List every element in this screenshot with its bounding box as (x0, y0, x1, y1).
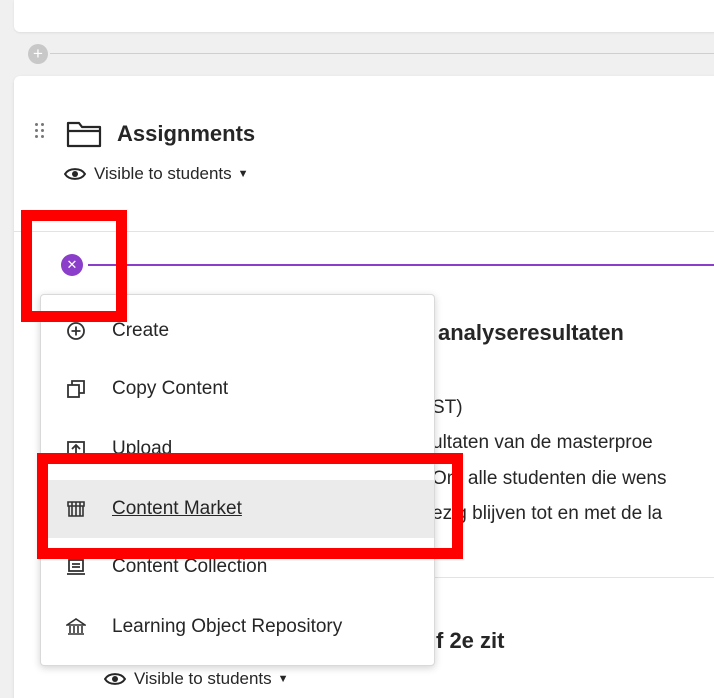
add-content-row-top[interactable]: + (28, 44, 714, 64)
repository-icon (65, 616, 87, 638)
content-item-text: ultaten van de masterproe (432, 432, 653, 453)
chevron-down-icon: ▼ (237, 168, 249, 180)
menu-item-label: Learning Object Repository (112, 616, 343, 637)
visibility-dropdown[interactable]: Visible to students ▼ (64, 164, 249, 184)
insertion-line (88, 264, 714, 266)
drag-handle-icon[interactable] (35, 123, 47, 145)
previous-content-card (14, 0, 714, 32)
folder-icon (66, 121, 102, 148)
content-item-text: ST) (432, 397, 463, 418)
chevron-down-icon: ▼ (277, 673, 289, 685)
content-item-text: ezig blijven tot en met de la (432, 503, 663, 524)
menu-item-learning-object-repository[interactable]: Learning Object Repository (41, 598, 434, 656)
menu-item-label: Content Collection (112, 556, 268, 577)
menu-item-label: Copy Content (112, 378, 229, 399)
section-title[interactable]: Assignments (117, 121, 255, 147)
eye-icon (64, 168, 86, 180)
visibility-dropdown[interactable]: Visible to students ▼ (104, 669, 289, 689)
menu-item-label: Create (112, 320, 170, 341)
content-item-title[interactable]: analyseresultaten (438, 320, 624, 346)
menu-item-copy-content[interactable]: Copy Content (41, 360, 434, 418)
eye-icon (104, 673, 126, 685)
plus-circle-icon (65, 320, 87, 342)
content-item-text: Om alle studenten die wens (432, 468, 667, 489)
annotation-highlight-box (21, 210, 127, 322)
content-divider (432, 577, 714, 578)
visibility-label: Visible to students (94, 164, 232, 183)
add-content-divider (50, 53, 714, 54)
next-item-title[interactable]: f 2e zit (436, 628, 504, 654)
visibility-label: Visible to students (134, 669, 272, 688)
annotation-highlight-box (37, 453, 463, 559)
add-content-button[interactable]: + (28, 44, 48, 64)
collection-icon (65, 556, 87, 578)
copy-icon (65, 378, 87, 400)
